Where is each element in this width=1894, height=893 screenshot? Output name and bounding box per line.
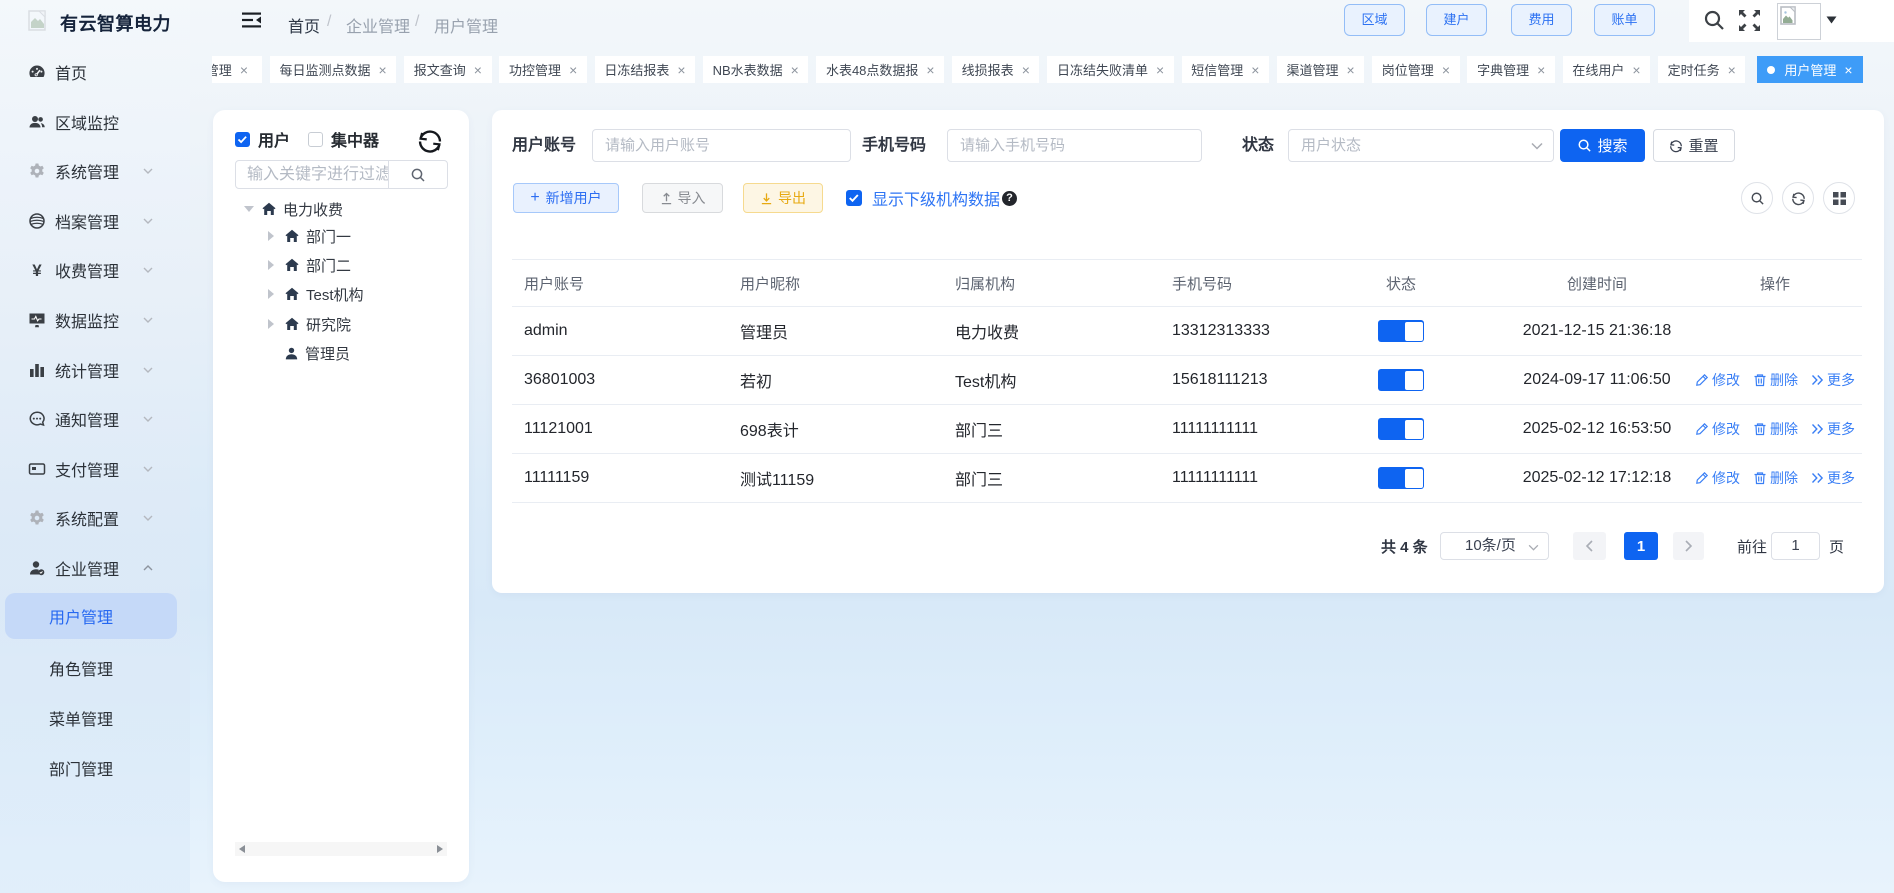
- svg-text:¥: ¥: [32, 261, 42, 279]
